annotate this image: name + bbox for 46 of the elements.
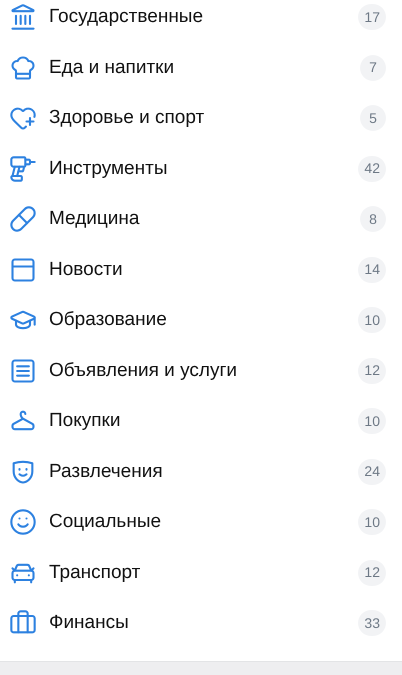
count-badge: 5 bbox=[360, 105, 386, 132]
category-item[interactable]: Транспорт 12 bbox=[0, 548, 402, 598]
category-label: Здоровье и спорт bbox=[49, 106, 206, 130]
count-badge: 8 bbox=[360, 206, 386, 232]
count-badge: 10 bbox=[358, 408, 386, 434]
count-badge: 33 bbox=[358, 610, 386, 636]
document-icon bbox=[9, 356, 37, 385]
category-item[interactable]: Здоровье и спорт 5 bbox=[0, 93, 402, 144]
category-label: Покупки bbox=[49, 409, 122, 433]
category-label: Социальные bbox=[49, 510, 162, 534]
category-item[interactable]: Новости 14 bbox=[0, 244, 402, 295]
pill-icon bbox=[9, 205, 37, 234]
category-item[interactable]: Покупки 10 bbox=[0, 396, 402, 446]
category-item[interactable]: Образование 10 bbox=[0, 295, 402, 346]
chef-hat-icon bbox=[9, 54, 37, 82]
category-label: Объявления и услуги bbox=[49, 358, 238, 382]
category-item[interactable]: Социальные 10 bbox=[0, 497, 402, 548]
category-item[interactable]: Медицина 8 bbox=[0, 194, 402, 244]
count-badge: 10 bbox=[358, 509, 386, 536]
smile-icon bbox=[9, 508, 37, 536]
category-label: Медицина bbox=[49, 207, 140, 231]
category-label: Инструменты bbox=[49, 156, 168, 180]
category-label: Новости bbox=[49, 258, 124, 282]
count-badge: 17 bbox=[358, 4, 386, 30]
count-badge: 7 bbox=[360, 54, 386, 81]
count-badge: 42 bbox=[358, 156, 386, 182]
category-label: Транспорт bbox=[49, 560, 142, 584]
bank-icon bbox=[9, 3, 37, 32]
count-badge: 24 bbox=[358, 458, 386, 485]
count-badge: 10 bbox=[358, 307, 386, 334]
category-label: Развлечения bbox=[49, 460, 164, 484]
count-badge: 12 bbox=[358, 560, 386, 586]
count-badge: 14 bbox=[358, 256, 386, 283]
category-label: Еда и напитки bbox=[49, 56, 176, 80]
category-item[interactable]: Инструменты 42 bbox=[0, 144, 402, 194]
category-item[interactable]: Еда и напитки 7 bbox=[0, 42, 402, 93]
window-icon bbox=[9, 256, 37, 284]
category-item[interactable]: Финансы 33 bbox=[0, 598, 402, 648]
category-label: Финансы bbox=[49, 611, 130, 635]
count-badge: 12 bbox=[358, 358, 386, 384]
category-item[interactable]: Объявления и услуги 12 bbox=[0, 346, 402, 396]
category-label: Государственные bbox=[49, 5, 204, 29]
drill-icon bbox=[9, 154, 37, 183]
category-label: Образование bbox=[49, 308, 168, 332]
category-item[interactable]: Государственные 17 bbox=[0, 0, 402, 42]
category-item[interactable]: Развлечения 24 bbox=[0, 446, 402, 497]
